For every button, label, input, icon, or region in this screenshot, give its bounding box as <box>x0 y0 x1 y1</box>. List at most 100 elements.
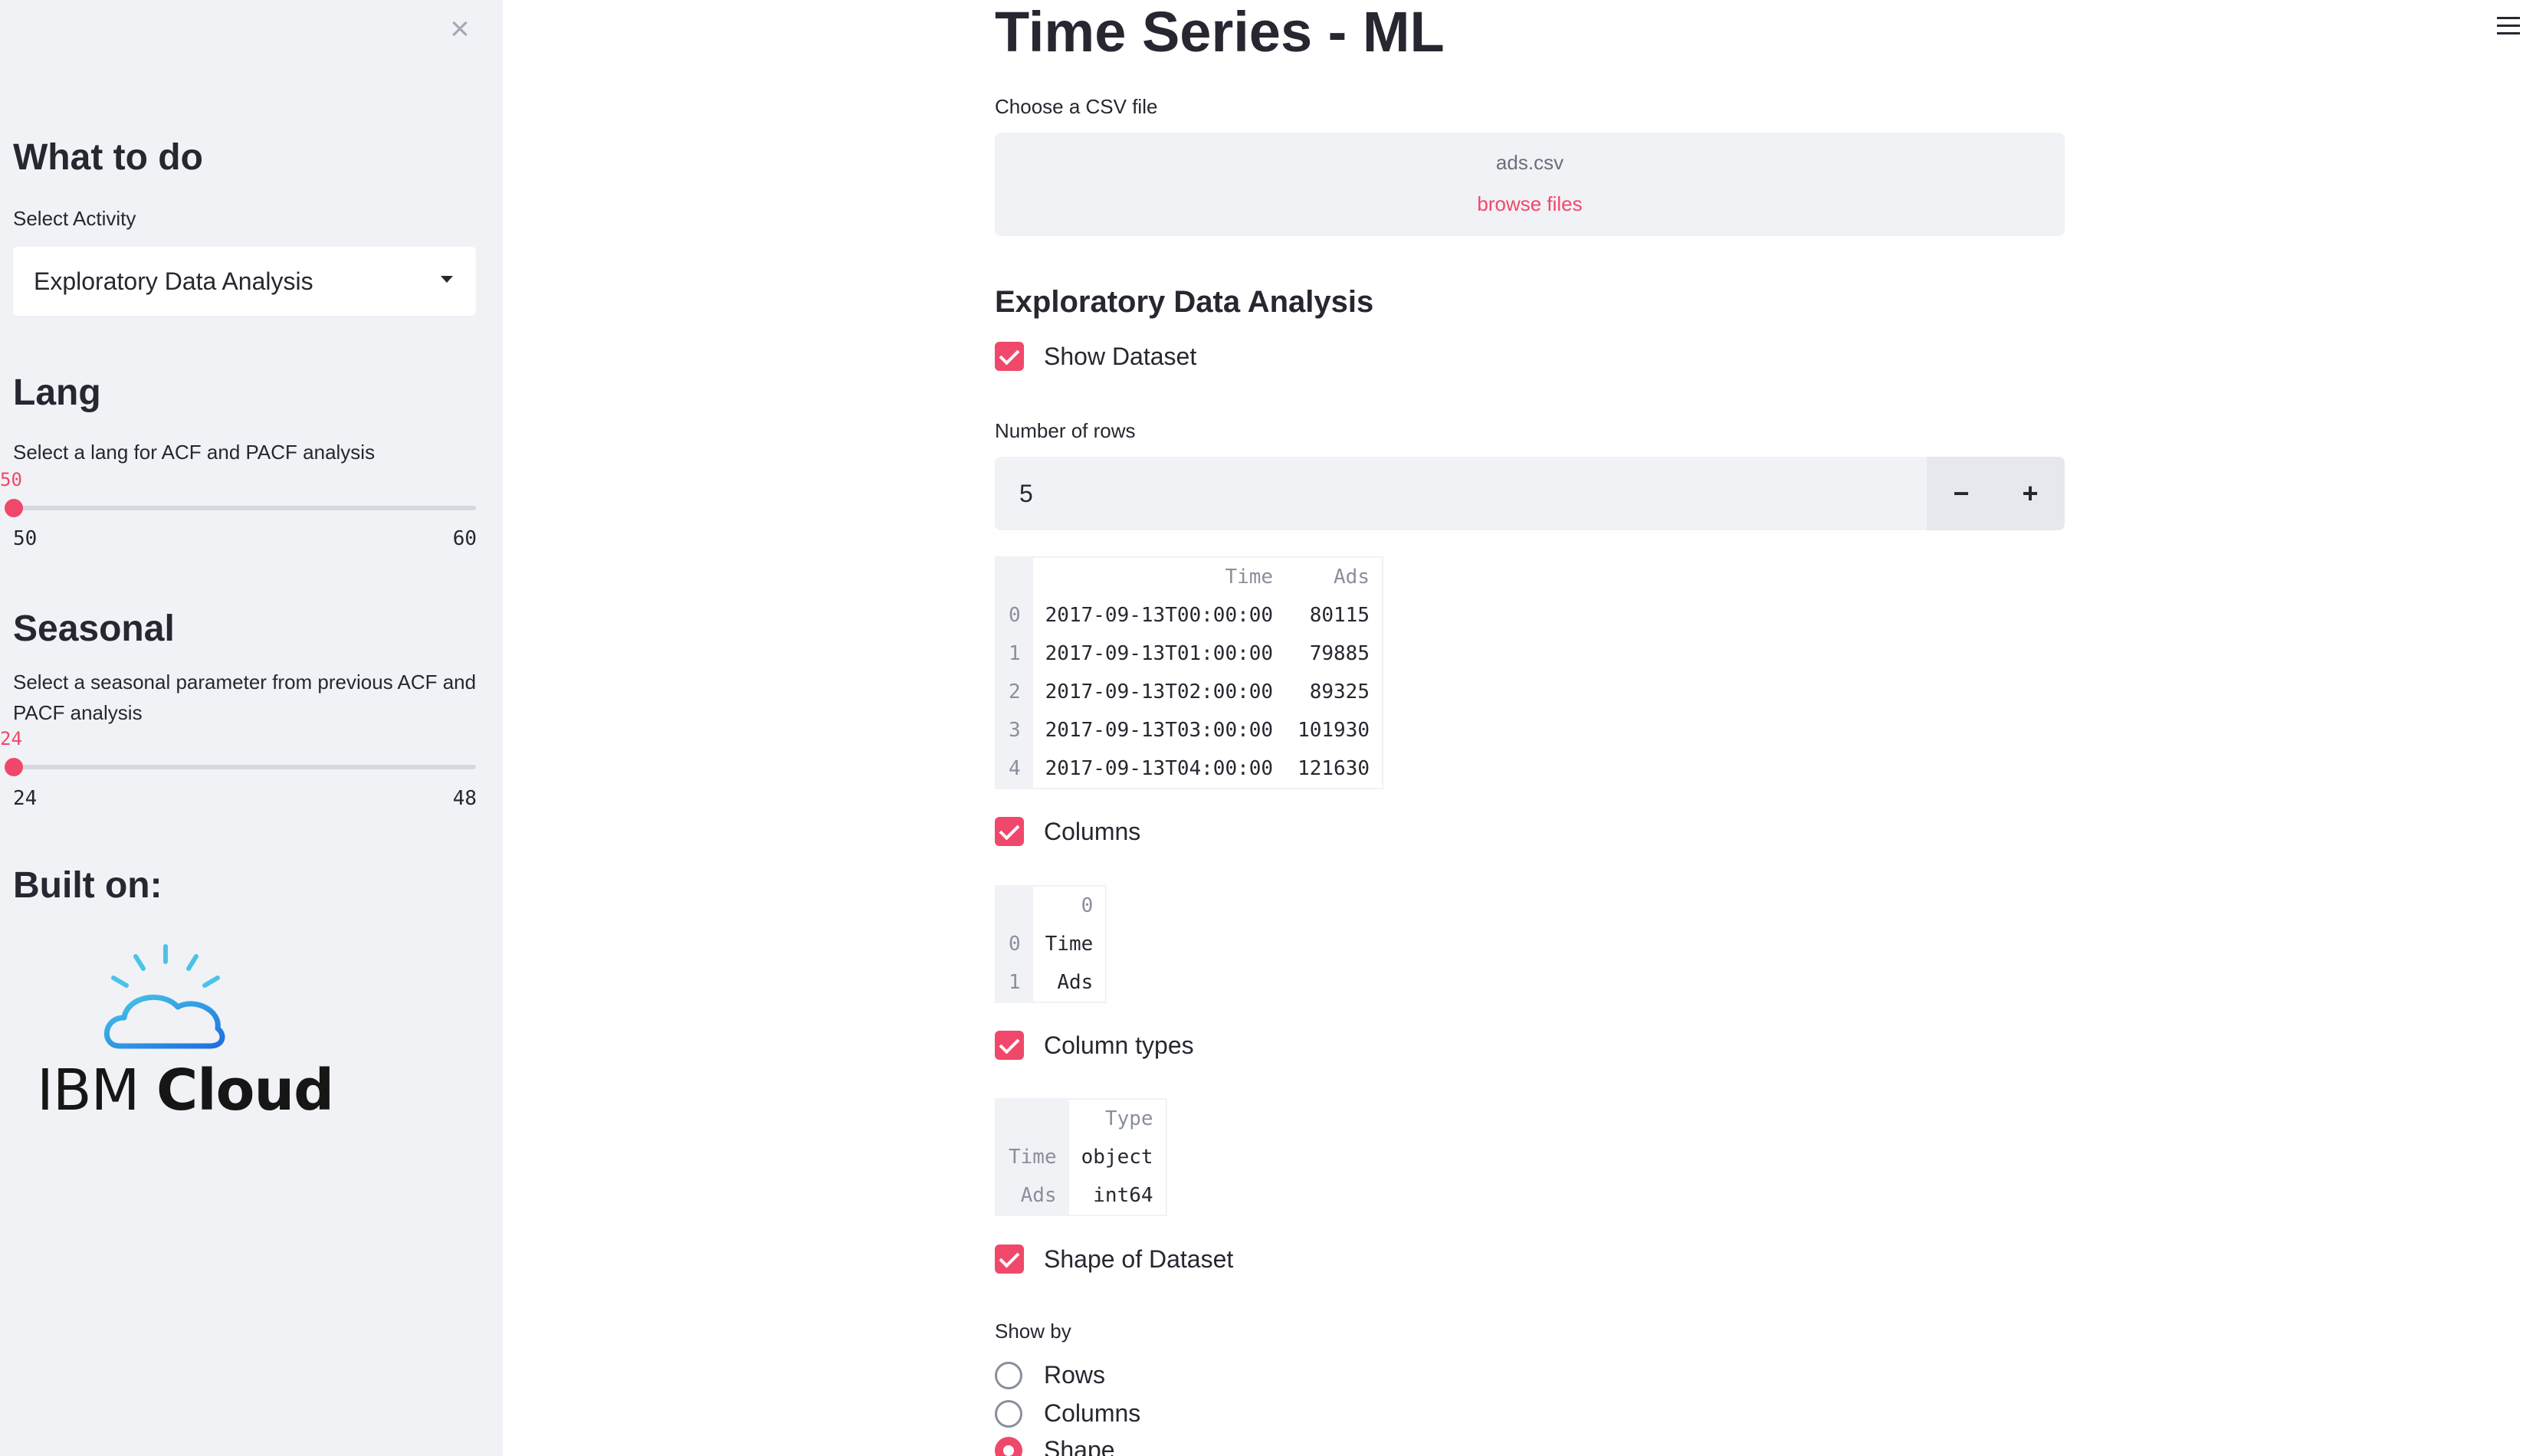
uploaded-filename: ads.csv <box>1495 151 1564 174</box>
radio-shape[interactable]: Shape <box>995 1436 1115 1456</box>
lang-slider-min: 50 <box>13 527 38 550</box>
seasonal-slider-track[interactable] <box>13 765 476 769</box>
column-header[interactable]: Type <box>1068 1099 1166 1138</box>
cloud-icon <box>104 944 225 1049</box>
what-to-do-heading: What to do <box>13 137 203 178</box>
lang-slider-max: 60 <box>452 527 477 550</box>
table-row: 0 Time <box>996 925 1106 963</box>
row-index: 2 <box>996 673 1033 711</box>
table-cell: 80115 <box>1309 604 1370 627</box>
decrement-button[interactable]: − <box>1927 457 1996 530</box>
table-row: Ads int64 <box>996 1176 1166 1215</box>
table-cell: int64 <box>1093 1184 1153 1207</box>
table-cell: 89325 <box>1309 680 1370 703</box>
row-index: 4 <box>996 749 1033 789</box>
columns-label: Columns <box>1044 817 1141 845</box>
column-types-checkbox[interactable]: Column types <box>995 1031 1194 1060</box>
table-row: Time object <box>996 1138 1166 1176</box>
table-cell: Ads <box>1057 971 1094 994</box>
table-corner <box>996 557 1033 596</box>
table-cell: 2017-09-13T02:00:00 <box>1045 680 1274 703</box>
shape-label: Shape of Dataset <box>1044 1244 1234 1273</box>
table-header-row: Time Ads <box>996 557 1383 596</box>
activity-select[interactable]: Exploratory Data Analysis <box>13 247 476 316</box>
lang-slider-track[interactable] <box>13 506 476 510</box>
table-row: 1 Ads <box>996 963 1106 1002</box>
seasonal-slider-label: Select a seasonal parameter from previou… <box>13 671 477 724</box>
row-index: 3 <box>996 711 1033 749</box>
rows-number-input[interactable]: 5 − + <box>995 457 2065 530</box>
section-title: Exploratory Data Analysis <box>995 285 1374 319</box>
lang-slider-thumb[interactable] <box>5 499 23 517</box>
checkbox-checked-icon[interactable] <box>995 1031 1024 1060</box>
row-index: 1 <box>996 635 1033 673</box>
ibm-cloud-wordmark: IBM Cloud <box>37 1058 334 1123</box>
table-cell: 2017-09-13T04:00:00 <box>1045 757 1274 780</box>
table-header-row: 0 <box>996 886 1107 925</box>
uploader-label: Choose a CSV file <box>995 95 1158 118</box>
column-header[interactable]: 0 <box>1032 886 1107 925</box>
radio-rows[interactable]: Rows <box>995 1361 1105 1389</box>
rows-number-value[interactable]: 5 <box>1019 457 1033 530</box>
table-cell: 101930 <box>1298 719 1370 742</box>
lang-slider-label: Select a lang for ACF and PACF analysis <box>13 441 376 464</box>
seasonal-slider-value: 24 <box>0 728 22 749</box>
table-cell: Time <box>1045 933 1094 956</box>
row-index: 0 <box>996 925 1033 963</box>
column-types-table: Type Time object Ads int64 <box>995 1098 1167 1216</box>
checkbox-checked-icon[interactable] <box>995 817 1024 846</box>
show-dataset-checkbox[interactable]: Show Dataset <box>995 342 1196 371</box>
checkbox-checked-icon[interactable] <box>995 342 1024 371</box>
radio-columns-label: Columns <box>1044 1399 1141 1427</box>
table-corner <box>996 886 1033 925</box>
column-header[interactable]: Time <box>1032 557 1286 596</box>
dataset-table: Time Ads 0 2017-09-13T00:00:00 80115 1 2… <box>995 556 1383 789</box>
radio-checked-icon[interactable] <box>995 1436 1022 1456</box>
row-index: Ads <box>996 1176 1069 1215</box>
main-content: Time Series - ML Choose a CSV file ads.c… <box>995 0 2065 1456</box>
seasonal-slider-thumb[interactable] <box>5 758 23 776</box>
select-activity-label: Select Activity <box>13 207 136 230</box>
columns-table: 0 0 Time 1 Ads <box>995 885 1107 1003</box>
chevron-down-icon <box>441 276 453 283</box>
rows-label: Number of rows <box>995 419 1136 442</box>
browse-files-link[interactable]: browse files <box>995 192 2065 216</box>
row-index: 0 <box>996 596 1033 635</box>
radio-rows-label: Rows <box>1044 1361 1106 1389</box>
table-cell: 121630 <box>1298 757 1370 780</box>
file-uploader-dropzone[interactable]: ads.csv browse files <box>995 133 2065 236</box>
table-row: 4 2017-09-13T04:00:00 121630 <box>996 749 1383 789</box>
table-row: 0 2017-09-13T00:00:00 80115 <box>996 596 1383 635</box>
radio-columns[interactable]: Columns <box>995 1399 1140 1428</box>
checkbox-checked-icon[interactable] <box>995 1244 1024 1274</box>
table-header-row: Type <box>996 1099 1166 1138</box>
built-on-heading: Built on: <box>13 865 162 906</box>
radio-unchecked-icon[interactable] <box>995 1361 1022 1389</box>
show-dataset-label: Show Dataset <box>1044 342 1197 370</box>
table-row: 1 2017-09-13T01:00:00 79885 <box>996 635 1383 673</box>
shape-checkbox[interactable]: Shape of Dataset <box>995 1244 1233 1274</box>
seasonal-slider-max: 48 <box>452 787 477 810</box>
sidebar: × What to do Select Activity Exploratory… <box>0 0 503 1456</box>
column-header[interactable]: Ads <box>1285 557 1383 596</box>
app-root: × What to do Select Activity Exploratory… <box>0 0 2546 1456</box>
table-cell: 79885 <box>1309 642 1370 665</box>
page-title: Time Series - ML <box>995 0 1445 64</box>
table-row: 3 2017-09-13T03:00:00 101930 <box>996 711 1383 749</box>
seasonal-slider-min: 24 <box>13 787 38 810</box>
close-icon[interactable]: × <box>445 12 475 46</box>
increment-button[interactable]: + <box>1996 457 2065 530</box>
row-index: Time <box>996 1138 1069 1176</box>
column-types-label: Column types <box>1044 1031 1194 1059</box>
columns-checkbox[interactable]: Columns <box>995 817 1140 846</box>
table-cell: 2017-09-13T03:00:00 <box>1045 719 1274 742</box>
radio-unchecked-icon[interactable] <box>995 1399 1022 1428</box>
hamburger-menu-icon[interactable] <box>2497 17 2520 40</box>
table-row: 2 2017-09-13T02:00:00 89325 <box>996 673 1383 711</box>
seasonal-heading: Seasonal <box>13 608 175 649</box>
table-cell: 2017-09-13T00:00:00 <box>1045 604 1274 627</box>
row-index: 1 <box>996 963 1033 1002</box>
lang-heading: Lang <box>13 372 101 413</box>
table-cell: 2017-09-13T01:00:00 <box>1045 642 1274 665</box>
lang-slider-value: 50 <box>0 469 22 490</box>
